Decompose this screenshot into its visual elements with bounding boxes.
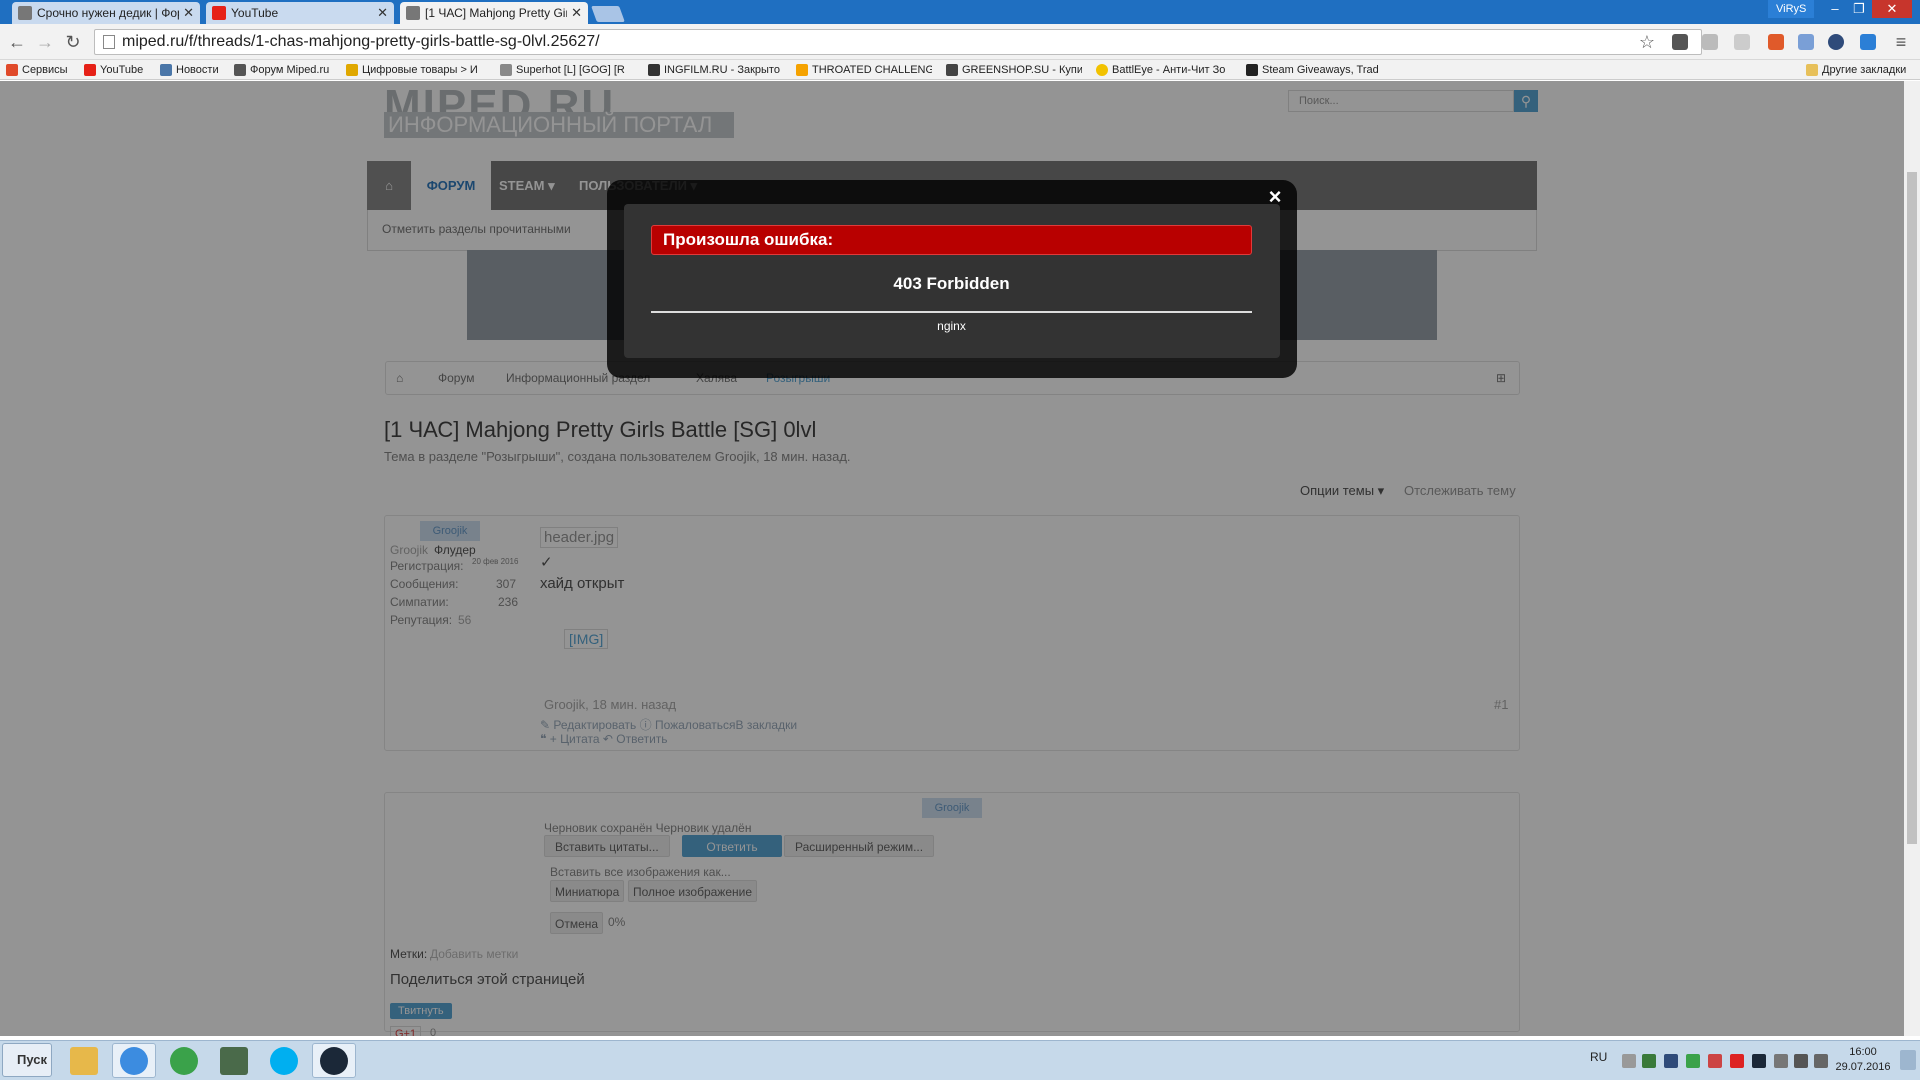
bookmark-item[interactable]: THROATED CHALLENGE [796,62,932,78]
youtube-icon [212,6,226,20]
show-desktop-button[interactable] [1900,1050,1916,1070]
profile-name[interactable]: ViRyS [1768,0,1815,18]
flag-icon[interactable] [1774,1054,1788,1068]
tray-icon[interactable] [1686,1054,1700,1068]
error-message: 403 Forbidden [893,274,1010,293]
terminal-icon[interactable] [212,1043,256,1078]
scrollbar-thumb[interactable] [1907,172,1917,844]
language-indicator[interactable]: RU [1590,1050,1607,1064]
clock-time: 16:00 [1849,1046,1877,1058]
maximize-button[interactable]: ❐ [1848,0,1870,18]
steam-icon[interactable] [312,1043,356,1078]
tab-title: [1 ЧАС] Mahjong Pretty Girls [425,6,568,20]
tray-expand-icon[interactable] [1622,1054,1636,1068]
square-icon [1246,64,1258,76]
apps-icon [6,64,18,76]
bookmark-label: Сервисы [22,64,68,76]
ph-icon [796,64,808,76]
bookmark-label: GREENSHOP.SU - Купи [962,64,1082,76]
close-icon[interactable]: × [1262,184,1288,210]
bookmark-label: Superhot [L] [GOG] [R [516,64,625,76]
bookmark-label: Steam Giveaways, Trad [1262,64,1379,76]
youtube-icon [84,64,96,76]
star-icon[interactable]: ☆ [1636,31,1658,53]
close-icon[interactable]: ✕ [571,5,582,21]
divider [651,311,1252,313]
bell-icon[interactable] [1798,34,1814,50]
minimize-button[interactable]: – [1824,0,1846,18]
server-name: nginx [937,319,966,333]
clock-date: 29.07.2016 [1835,1061,1891,1073]
bookmarks-bar: Сервисы YouTube Новости Форум Miped.ru Ц… [0,60,1920,80]
clock[interactable]: 16:00 29.07.2016 [1834,1045,1892,1075]
forward-icon[interactable]: → [34,31,56,53]
bookmark-label: Цифровые товары > И [362,64,478,76]
tray-icon[interactable] [1642,1054,1656,1068]
tab-title: Срочно нужен дедик | Фор [37,6,180,20]
address-bar[interactable]: miped.ru/f/threads/1-chas-mahjong-pretty… [94,29,1702,55]
extension-icon[interactable] [1768,34,1784,50]
tray-icon[interactable] [1730,1054,1744,1068]
reload-icon[interactable]: ↻ [62,31,84,53]
tab-1[interactable]: Срочно нужен дедик | Фор ✕ [12,2,200,24]
url-text: miped.ru/f/threads/1-chas-mahjong-pretty… [122,33,600,50]
eye-icon[interactable] [1828,34,1844,50]
skype-icon[interactable] [262,1043,306,1078]
penguin-icon [406,6,420,20]
bookmark-label: INGFILM.RU - Закрыто [664,64,780,76]
chrome-icon[interactable] [112,1043,156,1078]
other-bookmarks[interactable]: Другие закладки [1806,62,1916,78]
volume-icon[interactable] [1814,1054,1828,1068]
bookmark-item[interactable]: GREENSHOP.SU - Купи [946,62,1082,78]
bookmark-label: THROATED CHALLENGE [812,64,932,76]
close-icon[interactable]: ✕ [377,5,388,21]
menu-icon[interactable]: ≡ [1890,31,1912,53]
penguin-icon [234,64,246,76]
qr-icon[interactable] [1672,34,1688,50]
folder-icon [1806,64,1818,76]
steam-tray-icon[interactable] [1752,1054,1766,1068]
film-icon [648,64,660,76]
close-window-button[interactable]: ✕ [1872,0,1912,18]
close-icon[interactable]: ✕ [183,5,194,21]
back-icon[interactable]: ← [6,31,28,53]
tray-icon[interactable] [1708,1054,1722,1068]
vk-icon [160,64,172,76]
tab-title: YouTube [231,6,279,20]
bookmark-label: Форум Miped.ru [250,64,330,76]
bookmark-item[interactable]: INGFILM.RU - Закрыто [648,62,782,78]
start-label: Пуск [17,1052,47,1067]
tray-icon[interactable] [1664,1054,1678,1068]
penguin-icon [18,6,32,20]
tab-2[interactable]: YouTube ✕ [206,2,394,24]
network-icon[interactable] [1794,1054,1808,1068]
bookmark-label: BattlEye - Анти-Чит Зо [1112,64,1226,76]
bookmark-item[interactable]: Steam Giveaways, Trad [1246,62,1386,78]
bookmark-label: Другие закладки [1822,64,1907,76]
radio-icon[interactable] [162,1043,206,1078]
start-button[interactable]: Пуск [2,1043,52,1077]
bookmark-item[interactable]: BattlEye - Анти-Чит Зо [1096,62,1234,78]
torrent-icon [500,64,512,76]
extension-icon[interactable] [1734,34,1750,50]
toolbar: ← → ↻ miped.ru/f/threads/1-chas-mahjong-… [0,24,1920,60]
page-icon [103,35,115,49]
bookmark-item[interactable]: Цифровые товары > И [346,62,484,78]
tab-3-active[interactable]: [1 ЧАС] Mahjong Pretty Girls ✕ [400,2,588,24]
bookmark-item[interactable]: Сервисы [6,62,82,78]
bookmark-item[interactable]: YouTube [84,62,156,78]
bookmark-label: YouTube [100,64,144,76]
battleye-icon [1096,64,1108,76]
bookmark-item[interactable]: Новости [160,62,230,78]
explorer-icon[interactable] [62,1043,106,1078]
bookmark-item[interactable]: Форум Miped.ru [234,62,338,78]
translate-icon[interactable] [1860,34,1876,50]
extension-icon[interactable] [1702,34,1718,50]
new-tab-button[interactable] [591,6,625,22]
antlers-icon [946,64,958,76]
crown-icon [346,64,358,76]
bookmark-label: Новости [176,64,219,76]
error-title: Произошла ошибка: [651,225,1252,255]
bookmark-item[interactable]: Superhot [L] [GOG] [R [500,62,634,78]
